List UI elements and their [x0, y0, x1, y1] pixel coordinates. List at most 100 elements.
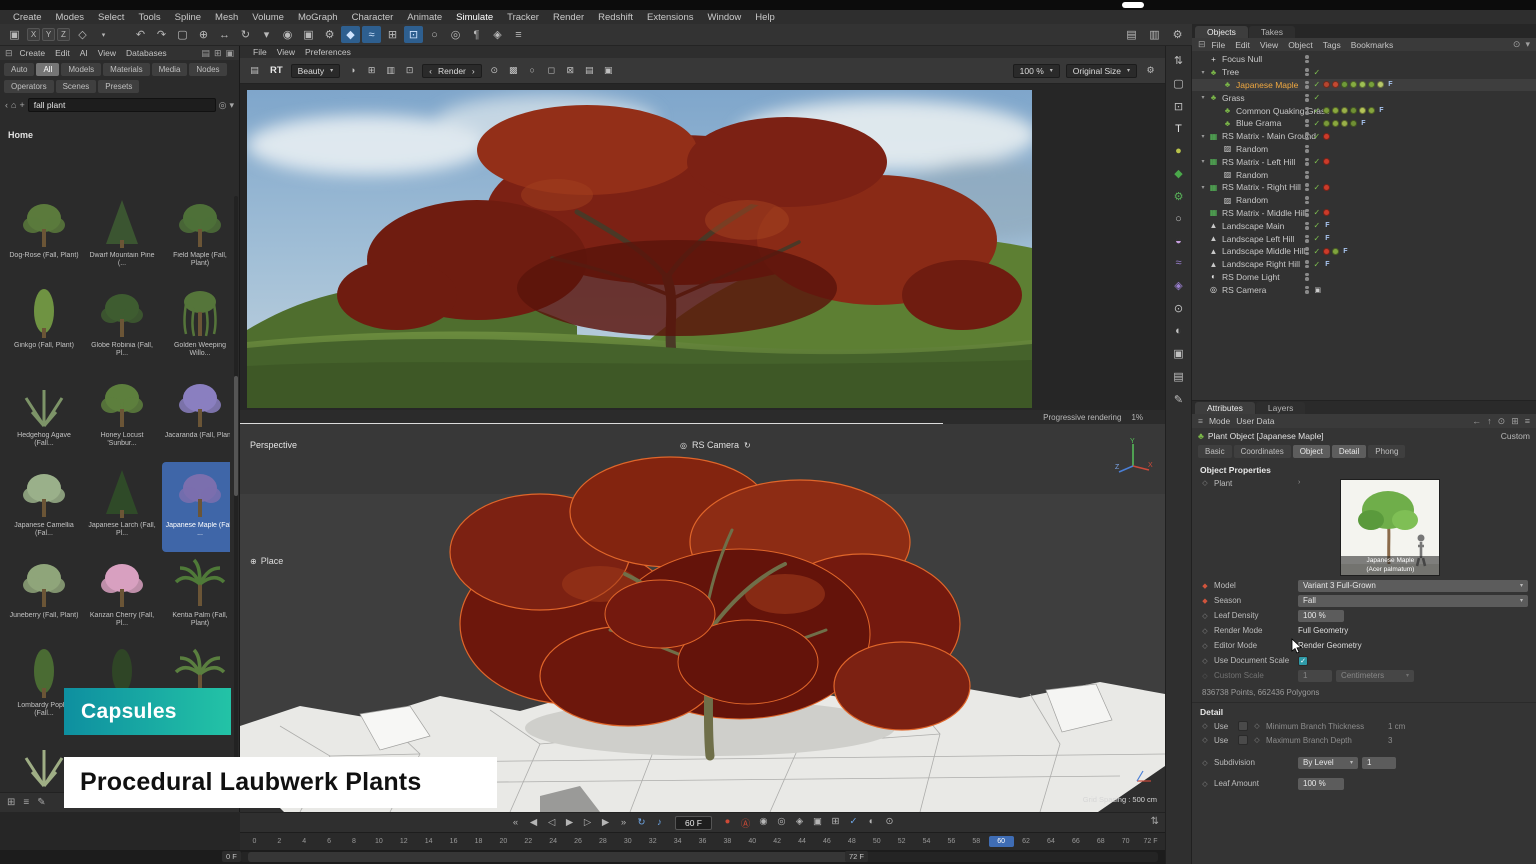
asset-scrollbar[interactable] [234, 196, 238, 796]
axis-lock-x[interactable]: X [27, 28, 40, 41]
frame-tick-68[interactable]: 68 [1088, 836, 1113, 847]
section-tab-basic[interactable]: Basic [1198, 445, 1232, 458]
range-end-field[interactable]: 72 F [845, 851, 868, 862]
object-menu-object[interactable]: Object [1283, 40, 1318, 50]
frame-tick-40[interactable]: 40 [740, 836, 765, 847]
expand-caret-icon[interactable]: ▾ [1198, 69, 1208, 76]
frame-tick-62[interactable]: 62 [1014, 836, 1039, 847]
enabled-check-icon[interactable]: ✓ [1314, 132, 1321, 141]
material-swatch[interactable] [1368, 107, 1375, 114]
redshift-object-icon[interactable]: ◆ [1174, 167, 1182, 180]
filter-tab-auto[interactable]: Auto [4, 63, 34, 76]
render-picture-viewer-icon[interactable]: ▣ [299, 26, 318, 43]
asset-item-dwarf-mountain-pine[interactable]: Dwarf Mountain Pine (... [84, 192, 160, 282]
asset-menu-create[interactable]: Create [15, 48, 51, 58]
sound-button[interactable]: ♪ [652, 817, 667, 828]
frame-tick-22[interactable]: 22 [516, 836, 541, 847]
frame-tick-46[interactable]: 46 [814, 836, 839, 847]
category-tab-presets[interactable]: Presets [98, 80, 139, 93]
ring-icon[interactable]: ○ [1175, 213, 1182, 225]
material-swatch[interactable] [1341, 81, 1348, 88]
asset-item-field-maple-fall-plant[interactable]: Field Maple (Fall, Plant) [162, 192, 230, 282]
float-icon[interactable]: ▣ [225, 48, 234, 59]
frame-tick-72[interactable]: 72 F [1138, 836, 1163, 847]
object-menu-edit[interactable]: Edit [1230, 40, 1255, 50]
frame-tick-20[interactable]: 20 [491, 836, 516, 847]
pen-icon[interactable]: ✎ [1174, 393, 1183, 406]
color-picker-icon[interactable]: ◑ [345, 65, 360, 76]
frame-tick-10[interactable]: 10 [366, 836, 391, 847]
material-swatch[interactable] [1350, 120, 1357, 127]
keyframe-icon[interactable]: ◇ [1200, 722, 1210, 730]
object-landscape-right-hill[interactable]: ▲Landscape Right Hill✓F [1192, 258, 1536, 271]
previous-frame-button[interactable]: ◁ [544, 817, 559, 828]
asset-item-kentia-palm-fall-plant[interactable]: Kentia Palm (Fall, Plant) [162, 552, 230, 642]
back-icon[interactable]: ‹ [5, 100, 8, 110]
tag-f-icon[interactable]: F [1325, 261, 1329, 268]
frame-tick-66[interactable]: 66 [1063, 836, 1088, 847]
record-button[interactable]: ● [720, 816, 735, 830]
chevron-right-icon[interactable]: › [472, 66, 475, 76]
navigate-icon[interactable]: ⇅ [1174, 54, 1183, 67]
visibility-dots-icon[interactable] [1305, 196, 1309, 204]
render-settings-icon[interactable]: ⚙ [320, 26, 339, 43]
generator-icon[interactable]: ⚙ [1174, 190, 1184, 203]
menu-item-animate[interactable]: Animate [400, 12, 449, 23]
region-icon[interactable]: ◻ [544, 65, 559, 76]
camera-reset-icon[interactable]: ↻ [744, 441, 751, 450]
display-icon[interactable]: ▤ [1173, 370, 1183, 383]
asset-item-hedgehog-agave-fall[interactable]: Hedgehog Agave (Fall... [6, 372, 82, 462]
object-random[interactable]: ▨Random [1192, 168, 1536, 181]
timeline-scale-icon[interactable]: ⇅ [1151, 816, 1159, 827]
object-tree[interactable]: ▾♣Tree✓ [1192, 66, 1536, 79]
material-swatch[interactable] [1323, 184, 1330, 191]
render-view-menu-preferences[interactable]: Preferences [300, 47, 356, 57]
section-label[interactable]: Home [0, 116, 239, 142]
visibility-dots-icon[interactable] [1305, 260, 1309, 268]
frame-tick-38[interactable]: 38 [715, 836, 740, 847]
lock-icon[interactable]: ⊙ [487, 65, 502, 76]
keyframe-icon[interactable]: ◆ [1200, 597, 1210, 605]
spline-icon[interactable]: ≈ [1175, 257, 1181, 269]
frame-tick-44[interactable]: 44 [790, 836, 815, 847]
crop-icon[interactable]: ⊡ [402, 65, 417, 76]
checkbox-maximum-branch-depth[interactable] [1238, 735, 1248, 745]
frame-tick-12[interactable]: 12 [391, 836, 416, 847]
workplane-icon[interactable]: ○ [425, 26, 444, 43]
history-back-icon[interactable]: ← [1472, 416, 1481, 427]
frame-tick-34[interactable]: 34 [665, 836, 690, 847]
frame-tick-48[interactable]: 48 [839, 836, 864, 847]
visibility-dots-icon[interactable] [1305, 158, 1309, 166]
section-tab-detail[interactable]: Detail [1332, 445, 1366, 458]
frame-tick-56[interactable]: 56 [939, 836, 964, 847]
frame-tick-30[interactable]: 30 [615, 836, 640, 847]
autokey-button[interactable]: Ⓐ [738, 816, 753, 830]
enabled-check-icon[interactable]: ✓ [1314, 106, 1321, 115]
axis-lock-y[interactable]: Y [42, 28, 55, 41]
material-swatch[interactable] [1359, 81, 1366, 88]
size-dropdown[interactable]: Original Size▾ [1066, 64, 1137, 78]
enabled-check-icon[interactable]: ✓ [1314, 183, 1321, 192]
layout-icon[interactable]: ▤ [1122, 26, 1141, 43]
shading-icon[interactable]: ◐ [1175, 325, 1182, 337]
visibility-dots-icon[interactable] [1305, 286, 1309, 294]
filter-tab-media[interactable]: Media [152, 63, 188, 76]
search-icon[interactable]: ⊙ [1513, 39, 1521, 50]
sort-icon[interactable]: ▾ [229, 100, 234, 111]
tag-f-icon[interactable]: F [1325, 222, 1329, 229]
attr-dropdown-render-mode[interactable]: Full Geometry [1298, 626, 1348, 635]
object-blue-grama[interactable]: ♣Blue Grama✓F [1192, 117, 1536, 130]
object-landscape-main[interactable]: ▲Landscape Main✓F [1192, 219, 1536, 232]
solo-button[interactable]: ⊙ [882, 816, 897, 830]
previous-key-button[interactable]: ◀ [526, 817, 541, 828]
tag-f-icon[interactable]: F [1388, 81, 1392, 88]
layers-icon[interactable]: ▤ [582, 65, 597, 76]
visibility-dots-icon[interactable] [1305, 183, 1309, 191]
asset-item-golden-weeping-willo[interactable]: Golden Weeping Willo... [162, 282, 230, 372]
plant-preview-image[interactable]: Japanese Maple (Acer palmatum) [1340, 479, 1440, 576]
goto-start-button[interactable]: « [508, 817, 523, 828]
keyframe-icon[interactable]: ◇ [1252, 722, 1262, 730]
enabled-check-icon[interactable]: ✓ [1314, 234, 1321, 243]
next-key-button[interactable]: ▶ [598, 817, 613, 828]
record-parameter-button[interactable]: ▣ [810, 816, 825, 830]
